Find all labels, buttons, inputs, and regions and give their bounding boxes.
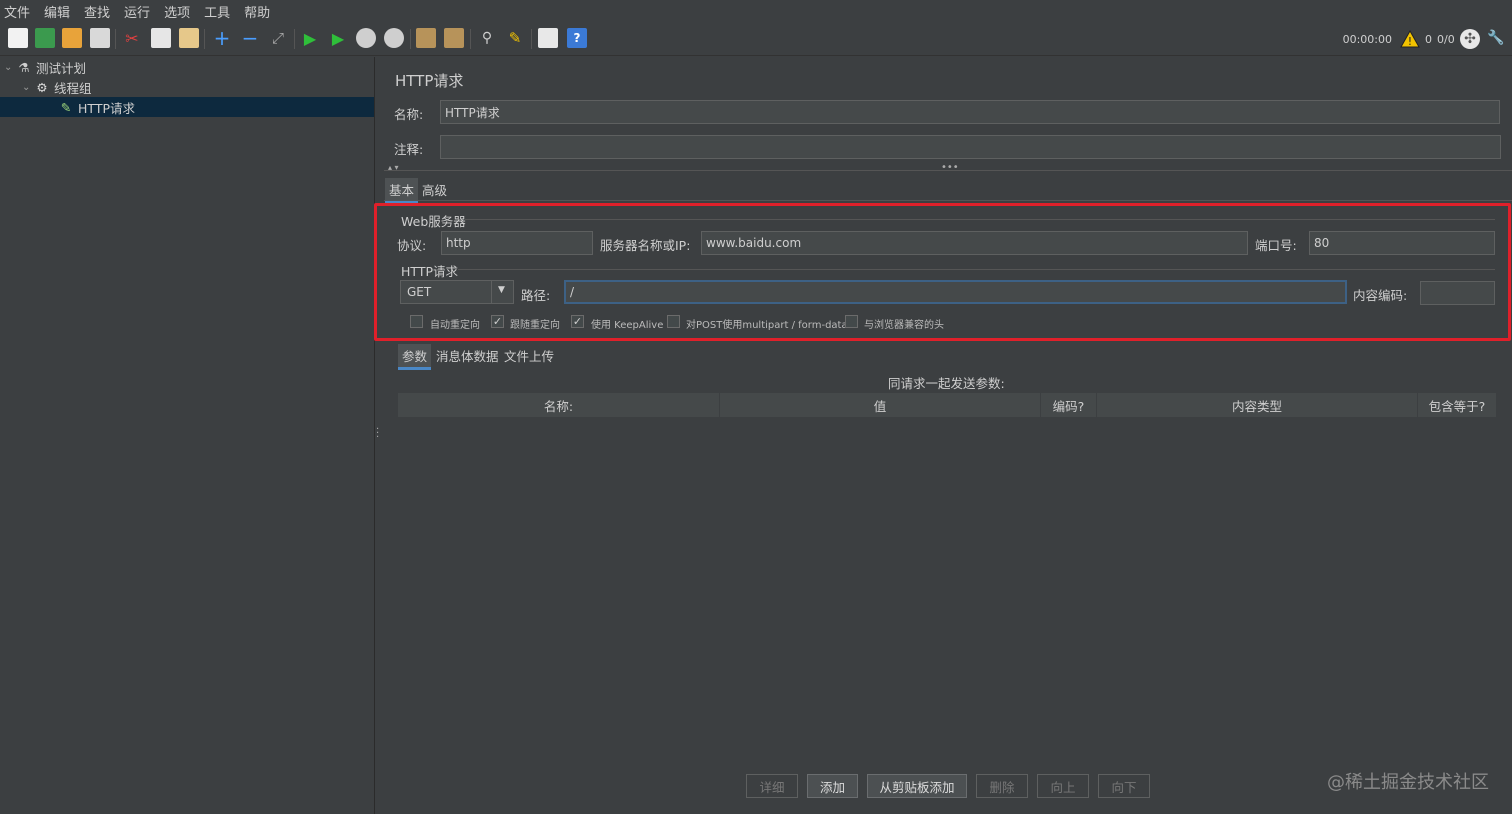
params-caption: 同请求一起发送参数: bbox=[888, 376, 1005, 391]
chevron-down-icon[interactable]: ⌄ bbox=[4, 62, 16, 73]
divider-handle[interactable]: ••• bbox=[941, 162, 959, 173]
remote-icon[interactable]: ✣ bbox=[1460, 29, 1480, 49]
toggle-icon[interactable]: ⤢ bbox=[268, 28, 288, 48]
menu-bar: 文件 编辑 查找 运行 选项 工具 帮助 bbox=[0, 0, 1512, 22]
active-threads-count: 0/0 bbox=[1437, 33, 1455, 46]
column-header-content-type[interactable]: 内容类型 bbox=[1097, 393, 1418, 417]
toolbar-separator bbox=[294, 29, 295, 49]
highlight-box bbox=[374, 203, 1511, 341]
toolbar: ✂ + − ⤢ ▶ ▶ ⚲ ✎ ? bbox=[0, 22, 1512, 56]
move-up-button[interactable]: 向上 bbox=[1037, 774, 1089, 798]
comment-input[interactable] bbox=[440, 135, 1501, 159]
start-no-pause-icon[interactable]: ▶ bbox=[328, 28, 348, 48]
shutdown-icon[interactable] bbox=[384, 28, 404, 48]
warning-count: 0 bbox=[1425, 33, 1432, 46]
pen-icon: ✎ bbox=[60, 99, 72, 115]
test-plan-tree: ⌄ ⚗ 测试计划 ⌄ ⚙ 线程组 ✎ HTTP请求 bbox=[0, 57, 375, 814]
name-label: 名称: bbox=[394, 107, 424, 122]
menu-file[interactable]: 文件 bbox=[4, 2, 30, 21]
name-input[interactable] bbox=[440, 100, 1500, 124]
clear-all-icon[interactable] bbox=[444, 28, 464, 48]
cut-icon[interactable]: ✂ bbox=[122, 28, 142, 48]
menu-search[interactable]: 查找 bbox=[84, 2, 110, 21]
toolbar-separator bbox=[410, 29, 411, 49]
flask-icon: ⚗ bbox=[18, 59, 30, 75]
svg-text:!: ! bbox=[1408, 35, 1412, 48]
copy-icon[interactable] bbox=[151, 28, 171, 48]
clear-icon[interactable] bbox=[416, 28, 436, 48]
menu-options[interactable]: 选项 bbox=[164, 2, 190, 21]
new-icon[interactable] bbox=[8, 28, 28, 48]
toolbar-separator bbox=[531, 29, 532, 49]
stop-icon[interactable] bbox=[356, 28, 376, 48]
expand-icon[interactable]: + bbox=[212, 26, 232, 50]
toolbar-separator bbox=[204, 29, 205, 49]
collapse-icon[interactable]: − bbox=[240, 26, 260, 50]
menu-edit[interactable]: 编辑 bbox=[44, 2, 70, 21]
tree-item-test-plan[interactable]: ⌄ ⚗ 测试计划 bbox=[4, 57, 374, 77]
column-header-include-equals[interactable]: 包含等于? bbox=[1418, 393, 1497, 417]
tab-divider bbox=[384, 200, 1512, 201]
menu-run[interactable]: 运行 bbox=[124, 2, 150, 21]
tab-file-upload[interactable]: 文件上传 bbox=[500, 344, 558, 367]
chevron-down-icon[interactable]: ⌄ bbox=[22, 82, 34, 93]
tab-body-data[interactable]: 消息体数据 bbox=[432, 344, 503, 367]
start-icon[interactable]: ▶ bbox=[300, 28, 320, 48]
elapsed-timer: 00:00:00 bbox=[1342, 33, 1392, 46]
open-icon[interactable] bbox=[62, 28, 82, 48]
logger-icon[interactable]: 🔧 bbox=[1487, 30, 1505, 48]
gear-icon: ⚙ bbox=[36, 79, 48, 95]
tree-item-http-request[interactable]: ✎ HTTP请求 bbox=[0, 97, 374, 117]
splitter-handle[interactable]: · · · bbox=[376, 425, 380, 443]
toolbar-separator bbox=[115, 29, 116, 49]
page-title: HTTP请求 bbox=[395, 72, 464, 90]
tree-item-thread-group[interactable]: ⌄ ⚙ 线程组 bbox=[22, 77, 374, 97]
search-icon[interactable]: ⚲ bbox=[477, 28, 497, 48]
move-down-button[interactable]: 向下 bbox=[1098, 774, 1150, 798]
add-from-clipboard-button[interactable]: 从剪贴板添加 bbox=[867, 774, 967, 798]
toolbar-separator bbox=[470, 29, 471, 49]
add-button[interactable]: 添加 bbox=[807, 774, 858, 798]
tab-parameters[interactable]: 参数 bbox=[398, 344, 432, 370]
comment-label: 注释: bbox=[394, 142, 424, 157]
watermark: @稀土掘金技术社区 bbox=[1327, 772, 1489, 793]
help-icon[interactable]: ? bbox=[567, 28, 587, 48]
tree-item-label: 测试计划 bbox=[36, 60, 87, 76]
templates-icon[interactable] bbox=[35, 28, 55, 48]
warning-icon[interactable]: ! bbox=[1400, 29, 1420, 48]
tree-item-label: 线程组 bbox=[54, 80, 92, 96]
menu-help[interactable]: 帮助 bbox=[244, 2, 270, 21]
column-header-value[interactable]: 值 bbox=[720, 393, 1041, 417]
column-header-name[interactable]: 名称: bbox=[398, 393, 720, 417]
divider bbox=[384, 170, 1512, 171]
delete-button[interactable]: 删除 bbox=[976, 774, 1028, 798]
reset-search-icon[interactable]: ✎ bbox=[505, 28, 525, 48]
column-header-encode[interactable]: 编码? bbox=[1041, 393, 1097, 417]
detail-button[interactable]: 详细 bbox=[746, 774, 798, 798]
tree-item-label: HTTP请求 bbox=[78, 100, 135, 116]
menu-tools[interactable]: 工具 bbox=[204, 2, 230, 21]
tab-advanced[interactable]: 高级 bbox=[418, 178, 451, 201]
save-icon[interactable] bbox=[90, 28, 110, 48]
paste-icon[interactable] bbox=[179, 28, 199, 48]
function-helper-icon[interactable] bbox=[538, 28, 558, 48]
